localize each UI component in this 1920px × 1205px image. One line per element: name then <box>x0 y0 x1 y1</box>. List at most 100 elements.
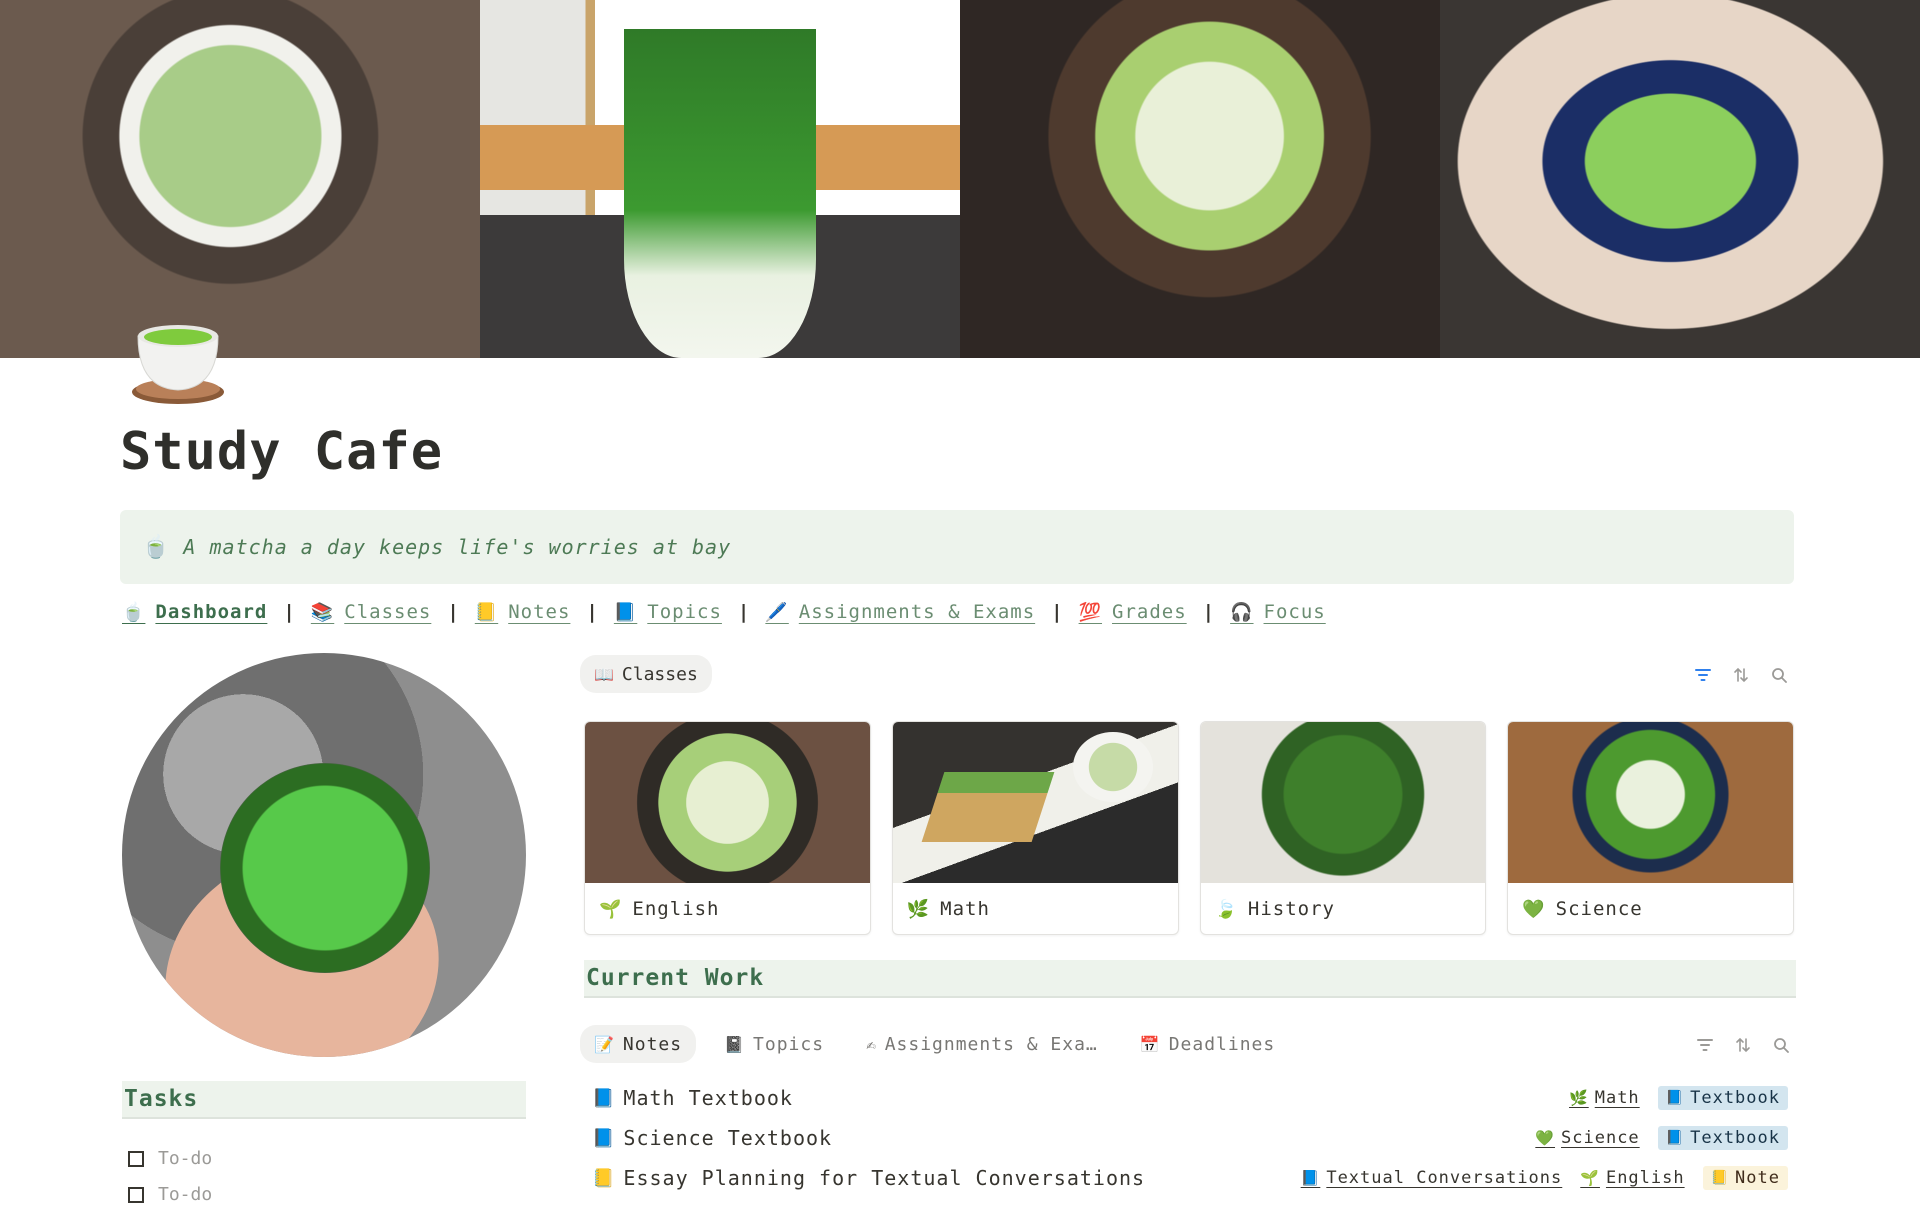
nav-link-dashboard[interactable]: 🍵 Dashboard <box>122 601 267 623</box>
blue-book-icon: 📘 <box>1300 1169 1321 1187</box>
class-card-history[interactable]: 🍃 History <box>1199 721 1487 935</box>
current-work-list: 📘 Math Textbook 🌿 Math 📘 Textbook 📘 Scienc… <box>592 1078 1792 1198</box>
iced-matcha-glass <box>624 28 816 358</box>
type-label: Note <box>1735 1168 1780 1188</box>
item-title[interactable]: Essay Planning for Textual Conversations <box>623 1166 1145 1190</box>
quote-callout[interactable]: 🍵 A matcha a day keeps life's worries at… <box>120 510 1794 584</box>
filter-icon[interactable] <box>1696 1036 1714 1054</box>
cover-photo-bear-latte <box>0 0 480 358</box>
nav-link-grades[interactable]: 💯 Grades <box>1079 601 1187 623</box>
sort-icon[interactable] <box>1732 666 1750 684</box>
list-item[interactable]: 📘 Math Textbook 🌿 Math 📘 Textbook <box>592 1078 1792 1118</box>
current-work-tabs: 📝 Notes 📓 Topics ✍ Assignments & Exa… 📅 Dead… <box>580 1025 1289 1063</box>
class-card-cover <box>585 722 870 883</box>
todo-label[interactable]: To-do <box>158 1184 212 1205</box>
nav-link-notes[interactable]: 📒 Notes <box>475 601 571 623</box>
nav-link-label: Assignments & Exams <box>798 601 1036 623</box>
nav-separator: | <box>447 601 459 623</box>
item-title[interactable]: Science Textbook <box>623 1126 832 1150</box>
cover-photo-matcha-cup <box>1440 0 1920 358</box>
tab-label: Deadlines <box>1168 1033 1276 1055</box>
leaf-icon: 🍃 <box>1214 898 1238 920</box>
nav-separator: | <box>283 601 295 623</box>
class-card-title: Science <box>1555 898 1643 920</box>
type-label: Textbook <box>1690 1088 1780 1108</box>
notebook-icon: 📓 <box>724 1034 746 1054</box>
filter-icon[interactable] <box>1694 666 1712 684</box>
blue-book-icon: 📘 <box>613 601 638 623</box>
books-icon: 📚 <box>310 601 335 623</box>
class-card-science[interactable]: 💚 Science <box>1507 721 1794 935</box>
nav-link-label: Classes <box>344 601 432 623</box>
class-relation[interactable]: 💚 Science <box>1535 1128 1639 1148</box>
todo-checkbox[interactable] <box>128 1186 144 1203</box>
iced-matcha-circle-photo[interactable] <box>122 653 526 1057</box>
class-relation[interactable]: 🌱 English <box>1580 1168 1684 1188</box>
class-card-title: History <box>1247 898 1335 920</box>
nav-link-focus[interactable]: 🎧 Focus <box>1230 601 1326 623</box>
matcha-icon: 🍵 <box>142 534 170 560</box>
class-card-title: Math <box>940 898 990 920</box>
class-card-english[interactable]: 🌱 English <box>584 721 871 935</box>
sort-icon[interactable] <box>1734 1036 1752 1054</box>
callout-quote-text: A matcha a day keeps life's worries at b… <box>183 535 732 559</box>
type-tag: 📒 Note <box>1702 1166 1788 1190</box>
current-work-heading[interactable]: Current Work <box>584 960 1796 998</box>
search-icon[interactable] <box>1770 666 1788 684</box>
matcha-cake <box>921 772 1055 842</box>
tab-label: Notes <box>622 1033 683 1055</box>
green-heart-icon: 💚 <box>1535 1129 1556 1147</box>
search-icon[interactable] <box>1772 1036 1790 1054</box>
todo-item[interactable]: To-do <box>128 1184 212 1205</box>
tab-topics[interactable]: 📓 Topics <box>710 1025 838 1063</box>
matcha-teacup-icon[interactable] <box>124 312 236 412</box>
tab-deadlines[interactable]: 📅 Deadlines <box>1126 1025 1289 1063</box>
nav-link-topics[interactable]: 📘 Topics <box>614 601 722 623</box>
nav-link-label: Notes <box>508 601 571 623</box>
seedling-icon: 🌱 <box>599 898 623 920</box>
type-label: Textbook <box>1690 1128 1780 1148</box>
nav-separator: | <box>1051 601 1063 623</box>
ledger-icon: 📒 <box>592 1167 616 1189</box>
tasks-heading[interactable]: Tasks <box>122 1081 526 1119</box>
list-item[interactable]: 📘 Science Textbook 💚 Science 📘 Textbook <box>592 1118 1792 1158</box>
page-cover[interactable] <box>0 0 1920 358</box>
blue-book-icon: 📘 <box>592 1087 616 1109</box>
photo-drink <box>220 763 430 973</box>
classes-gallery: 🌱 English 🌿 Math 🍃 History 💚 Science <box>584 721 1794 935</box>
tab-label: Topics <box>753 1033 825 1055</box>
nav-separator: | <box>1202 601 1215 623</box>
todo-item[interactable]: To-do <box>128 1148 212 1169</box>
open-book-icon: 📖 <box>594 664 614 684</box>
nav-link-assignments-exams[interactable]: 🖊️ Assignments & Exams <box>765 601 1035 623</box>
ledger-icon: 📒 <box>1710 1170 1730 1186</box>
page-title[interactable]: Study Cafe <box>120 422 443 482</box>
classes-view-tab[interactable]: 📖 Classes <box>580 655 712 693</box>
nav-link-classes[interactable]: 📚 Classes <box>311 601 432 623</box>
todo-checkbox[interactable] <box>128 1150 144 1167</box>
tab-notes[interactable]: 📝 Notes <box>580 1025 697 1063</box>
type-tag: 📘 Textbook <box>1657 1086 1788 1110</box>
list-item[interactable]: 📒 Essay Planning for Textual Conversatio… <box>592 1158 1792 1198</box>
tab-assignments-exams[interactable]: ✍ Assignments & Exa… <box>852 1025 1112 1063</box>
nav-link-label: Focus <box>1263 601 1326 623</box>
nav-link-label: Dashboard <box>155 601 268 623</box>
nav-link-label: Topics <box>647 601 722 623</box>
hundred-points-icon: 💯 <box>1078 601 1103 623</box>
green-heart-icon: 💚 <box>1522 898 1546 920</box>
class-relation[interactable]: 🌿 Math <box>1569 1088 1640 1108</box>
herb-icon: 🌿 <box>1569 1089 1589 1107</box>
nav-separator: | <box>737 601 750 623</box>
todo-label[interactable]: To-do <box>158 1148 212 1169</box>
item-title[interactable]: Math Textbook <box>623 1086 793 1110</box>
class-name: Math <box>1594 1088 1640 1108</box>
class-card-cover <box>1508 722 1793 883</box>
nav-separator: | <box>586 601 598 623</box>
blue-book-icon: 📘 <box>1665 1090 1685 1106</box>
nav-link-label: Grades <box>1112 601 1187 623</box>
class-card-title: English <box>632 898 720 920</box>
classes-view-label: Classes <box>621 663 698 685</box>
cover-photo-iced-matcha <box>480 0 960 358</box>
topic-relation[interactable]: 📘 Textual Conversations <box>1301 1168 1563 1188</box>
class-card-math[interactable]: 🌿 Math <box>891 721 1179 935</box>
